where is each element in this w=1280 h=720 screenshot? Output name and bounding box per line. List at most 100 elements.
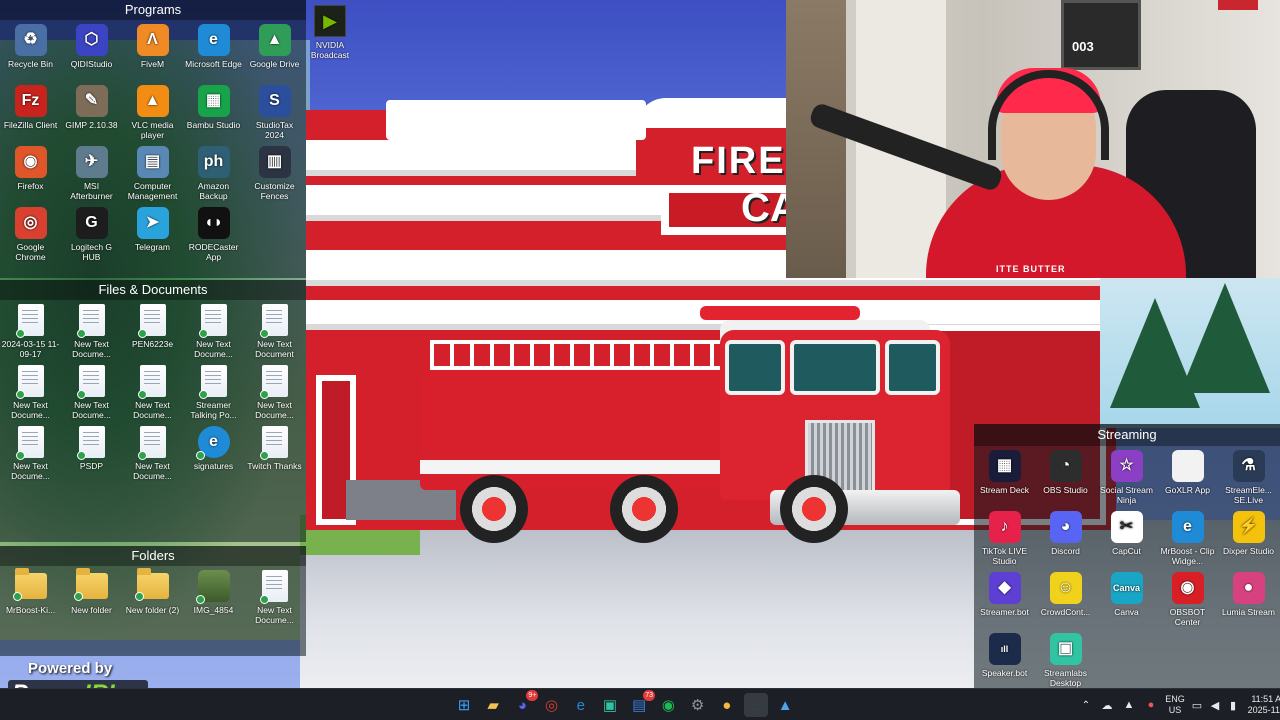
sync-check-icon bbox=[137, 329, 147, 338]
file-explorer-icon[interactable]: ▰ bbox=[481, 693, 505, 717]
desktop-icon[interactable]: ▲ VLC media player bbox=[122, 85, 183, 146]
text-document-icon bbox=[76, 304, 105, 338]
icon-label: VLC media player bbox=[131, 120, 174, 140]
desktop-icon[interactable]: e signatures bbox=[183, 426, 244, 487]
desktop-icon[interactable]: New folder bbox=[61, 568, 122, 631]
desktop-icon[interactable]: PEN6223e bbox=[122, 304, 183, 365]
fence-title[interactable]: Programs bbox=[0, 0, 306, 20]
fence-folders[interactable]: Folders MrBoost-Ki... New folder New folde… bbox=[0, 546, 306, 656]
notification-badge: 9+ bbox=[526, 690, 539, 701]
language-indicator[interactable]: ENG US bbox=[1162, 694, 1188, 716]
messenger-taskbar-icon[interactable]: ▤ 73 bbox=[627, 690, 656, 717]
desktop-icon[interactable]: ◔ OBS Studio bbox=[1035, 450, 1096, 511]
monitor-icon[interactable]: ▭ bbox=[1188, 699, 1206, 712]
desktop-icon[interactable]: New Text Docume... bbox=[0, 365, 61, 426]
desktop-icon[interactable]: ● Lumia Stream bbox=[1218, 572, 1279, 633]
desktop-icon[interactable]: ıll Speaker.bot bbox=[974, 633, 1035, 694]
edge-taskbar-icon[interactable]: e bbox=[569, 693, 593, 717]
desktop-icon[interactable]: Streamer Talking Po... bbox=[183, 365, 244, 426]
desktop-icon[interactable]: 2024-03-15 11-09-17 bbox=[0, 304, 61, 365]
desktop-icon[interactable]: New Text Docume... bbox=[244, 365, 305, 426]
desktop-icon[interactable]: GoXLR App bbox=[1157, 450, 1218, 511]
clock-time: 11:51 AM bbox=[1251, 694, 1280, 704]
desktop-icon[interactable]: Λ FiveM bbox=[122, 24, 183, 85]
desktop-icon[interactable]: ☺ CrowdCont... bbox=[1035, 572, 1096, 633]
spotify-taskbar-icon[interactable]: ◉ bbox=[656, 693, 680, 717]
desktop-icon[interactable]: ▥ Customize Fences bbox=[244, 146, 305, 207]
icon-label: 2024-03-15 11-09-17 bbox=[1, 339, 60, 359]
desktop-icon[interactable]: ⬡ QIDIStudio bbox=[61, 24, 122, 85]
chevron-up-icon[interactable]: ⌃ bbox=[1076, 700, 1096, 711]
truck-wheel bbox=[460, 475, 528, 543]
onedrive-icon[interactable]: ▲ bbox=[1118, 699, 1140, 711]
sticky-notes-taskbar-icon[interactable]: ● bbox=[715, 693, 739, 717]
fence-streaming[interactable]: Streaming ▦ Stream Deck ◔ OBS Studio ☆ Social… bbox=[974, 424, 1280, 688]
icon-label: TikTok LIVE Studio bbox=[981, 546, 1028, 566]
desktop-icon[interactable]: ➤ Telegram bbox=[122, 207, 183, 268]
clock[interactable]: 11:51 AM 2025-11-11 bbox=[1242, 694, 1280, 716]
desktop-icon[interactable]: ◉ Firefox bbox=[0, 146, 61, 207]
discord-taskbar-icon[interactable]: ◕ 9+ bbox=[510, 690, 539, 717]
steam-taskbar-icon[interactable]: ♨ bbox=[744, 693, 768, 717]
desktop-icon[interactable]: ✈ MSI Afterburner bbox=[61, 146, 122, 207]
desktop-icon[interactable]: ph Amazon Backup bbox=[183, 146, 244, 207]
desktop-icon[interactable]: ♻ Recycle Bin bbox=[0, 24, 61, 85]
fence-title[interactable]: Streaming bbox=[974, 424, 1280, 446]
desktop-icon[interactable]: ▣ Streamlabs Desktop bbox=[1035, 633, 1096, 694]
fence-title[interactable]: Files & Documents bbox=[0, 280, 306, 300]
desktop-icon[interactable]: ◉ OBSBOT Center bbox=[1157, 572, 1218, 633]
desktop-icon[interactable]: ▲ Google Drive bbox=[244, 24, 305, 85]
desktop-icon[interactable]: Fz FileZilla Client bbox=[0, 85, 61, 146]
desktop-icon[interactable]: ✎ GIMP 2.10.38 bbox=[61, 85, 122, 146]
desktop-icon[interactable]: New Text Docume... bbox=[61, 365, 122, 426]
icon-label: FileZilla Client bbox=[3, 120, 58, 130]
microphone-icon[interactable]: ● bbox=[1140, 699, 1162, 711]
desktop-icon[interactable]: ◆ Streamer.bot bbox=[974, 572, 1035, 633]
cloud-icon[interactable]: ☁ bbox=[1096, 699, 1118, 712]
desktop-icon[interactable]: New folder (2) bbox=[122, 568, 183, 631]
fence-programs[interactable]: Programs ♻ Recycle Bin ⬡ QIDIStudio Λ FiveM e M… bbox=[0, 0, 306, 278]
desktop-icon[interactable]: ▤ Computer Management bbox=[122, 146, 183, 207]
desktop-icon[interactable]: PSDP bbox=[61, 426, 122, 487]
desktop-icon[interactable]: New Text Docume... bbox=[0, 426, 61, 487]
desktop-icon[interactable]: ♪ TikTok LIVE Studio bbox=[974, 511, 1035, 572]
desktop-icon[interactable]: G Logitech G HUB bbox=[61, 207, 122, 268]
windows-start-icon[interactable]: ⊞ bbox=[452, 693, 476, 717]
chrome-taskbar-icon[interactable]: ◎ bbox=[540, 693, 564, 717]
desktop-icon[interactable]: MrBoost-Ki... bbox=[0, 568, 61, 631]
desktop-icon[interactable]: Twitch Thanks bbox=[244, 426, 305, 487]
battery-icon[interactable]: ▮ bbox=[1224, 699, 1242, 712]
desktop-icon[interactable]: ⚗ StreamEle... SE.Live bbox=[1218, 450, 1279, 511]
settings-taskbar-icon[interactable]: ⚙ bbox=[686, 693, 710, 717]
desktop-icon[interactable]: New Text Docume... bbox=[183, 304, 244, 365]
desktop-icon[interactable]: ◕ Discord bbox=[1035, 511, 1096, 572]
desktop-icon[interactable]: New Text Docume... bbox=[244, 570, 305, 631]
desktop-icon[interactable]: S StudioTax 2024 bbox=[244, 85, 305, 146]
desktop-icon[interactable]: ◎ Google Chrome bbox=[0, 207, 61, 268]
desktop-icon[interactable]: Canva Canva bbox=[1096, 572, 1157, 633]
desktop-icon[interactable]: ☆ Social Stream Ninja bbox=[1096, 450, 1157, 511]
firefox-icon: ◉ bbox=[14, 146, 47, 178]
icon-label: New Text Docume... bbox=[133, 461, 172, 481]
desktop-icon[interactable]: New Text Document bbox=[244, 304, 305, 365]
desktop-icon[interactable]: New Text Docume... bbox=[122, 426, 183, 487]
speaker-icon[interactable]: ◀ bbox=[1206, 699, 1224, 712]
desktop-icon[interactable]: ▦ Stream Deck bbox=[974, 450, 1035, 511]
desktop-icon[interactable]: ✂ CapCut bbox=[1096, 511, 1157, 572]
desktop-icon[interactable]: New Text Docume... bbox=[122, 365, 183, 426]
desktop-icon-nvidia-broadcast[interactable]: ▶ NVIDIA Broadcast bbox=[311, 5, 349, 62]
desktop-icon[interactable]: ▦ Bambu Studio bbox=[183, 85, 244, 146]
powered-by-text: Powered by bbox=[28, 660, 113, 677]
desktop-icon[interactable]: IMG_4854 bbox=[183, 570, 244, 631]
desktop-icon[interactable]: ◖◗ RODECaster App bbox=[183, 207, 244, 268]
fence-files[interactable]: Files & Documents 2024-03-15 11-09-17 New… bbox=[0, 280, 306, 542]
desktop-icon[interactable]: ⚡ Dixper Studio bbox=[1218, 511, 1279, 572]
desktop-icon[interactable]: e MrBoost - Clip Widge... bbox=[1157, 511, 1218, 572]
fence-title[interactable]: Folders bbox=[0, 546, 306, 566]
folder-icon bbox=[134, 568, 169, 601]
streamlabs-taskbar-icon[interactable]: ▣ bbox=[598, 693, 622, 717]
photos-taskbar-icon[interactable]: ▲ bbox=[773, 693, 797, 717]
desktop-icon[interactable]: New Text Docume... bbox=[61, 304, 122, 365]
desktop-icon[interactable]: e Microsoft Edge bbox=[183, 24, 244, 85]
speaker-bot-icon: ıll bbox=[988, 633, 1021, 665]
